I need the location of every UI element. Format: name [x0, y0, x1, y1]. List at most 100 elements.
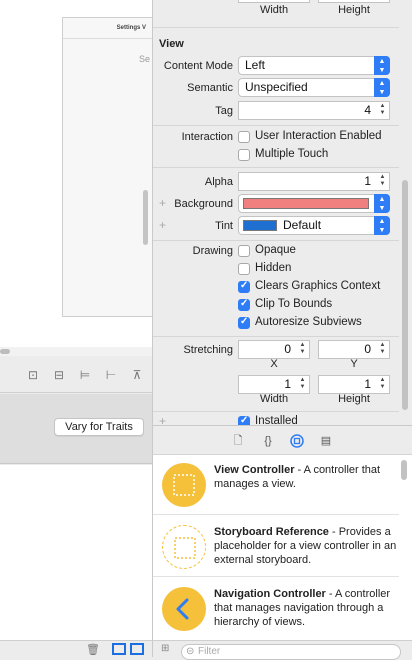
tag-value: 4 [364, 103, 371, 117]
stepper-icon[interactable]: ▲ ▼ [377, 103, 388, 118]
canvas-bottom-bar: 🗑 [0, 640, 152, 657]
library-tabs: 🗋 {} ▤ [152, 425, 412, 455]
code-snippet-icon[interactable]: {} [261, 434, 275, 448]
tint-label: Tint [215, 220, 233, 232]
background-label: Background [174, 198, 233, 210]
stretching-x-field[interactable]: 0 ▲ ▼ [238, 340, 310, 359]
scene-title-divider [63, 38, 152, 39]
inspector-scrollbar[interactable] [402, 180, 408, 410]
canvas-horizontal-scrollbar[interactable] [0, 349, 10, 354]
stretching-height-value: 1 [364, 377, 371, 391]
top-width-field[interactable] [238, 0, 310, 3]
canvas-vertical-scrollbar[interactable] [143, 190, 148, 245]
stepper-icon[interactable]: ▲ ▼ [297, 342, 308, 357]
align-icon[interactable]: ⊨ [77, 368, 93, 382]
library-item-text: Navigation Controller - A controller tha… [214, 587, 398, 629]
chevron-updown-icon: ▲ ▼ [374, 194, 390, 213]
filter-input[interactable]: ⊝ Filter [181, 644, 401, 660]
clip-to-bounds-checkbox[interactable] [238, 298, 250, 311]
tag-field[interactable]: 4 ▲ ▼ [238, 101, 390, 120]
library-item-view-controller[interactable]: View Controller - A controller that mana… [153, 455, 399, 515]
background-color-swatch [243, 198, 369, 209]
stretching-width-value: 1 [284, 377, 291, 391]
layout-toolbar: ⊡ ⊟ ⊨ ⊢ ⊼ [0, 357, 152, 393]
hidden-label: Hidden [255, 262, 292, 274]
library-item-title: Navigation Controller [214, 588, 326, 600]
trash-icon[interactable]: 🗑 [86, 643, 100, 656]
tag-label: Tag [215, 105, 233, 117]
resolve-issues-icon[interactable]: ⊼ [129, 368, 145, 382]
semantic-value: Unspecified [245, 80, 308, 94]
view-section-title: View [159, 38, 184, 50]
top-height-field[interactable] [318, 0, 390, 3]
drawing-label: Drawing [192, 245, 233, 257]
tint-popup[interactable]: Default ▲ ▼ [238, 216, 390, 235]
alpha-value: 1 [364, 174, 371, 188]
pin-icon[interactable]: ⊢ [103, 368, 119, 382]
user-interaction-checkbox[interactable] [238, 131, 250, 143]
background-color-popup[interactable]: ▲ ▼ [238, 194, 390, 213]
interaction-label: Interaction [181, 131, 233, 143]
autoresize-subviews-checkbox[interactable] [238, 316, 250, 329]
section-divider [153, 27, 399, 28]
filter-placeholder: Filter [198, 646, 221, 657]
update-frames-icon[interactable]: ⊡ [25, 368, 41, 382]
media-library-icon[interactable]: ▤ [319, 434, 333, 448]
device-config-alt-icon[interactable] [130, 643, 144, 655]
stepper-icon[interactable]: ▲ ▼ [377, 174, 388, 189]
device-config-icon[interactable] [112, 643, 126, 655]
traits-bar: Vary for Traits [0, 394, 152, 464]
canvas-lower-area [0, 465, 152, 657]
stretching-width-field[interactable]: 1 ▲ ▼ [238, 375, 310, 394]
alpha-field[interactable]: 1 ▲ ▼ [238, 172, 390, 191]
stepper-icon[interactable]: ▲ ▼ [377, 342, 388, 357]
multiple-touch-checkbox[interactable] [238, 149, 250, 161]
alpha-label: Alpha [204, 176, 233, 188]
navigation-controller-icon [162, 587, 206, 631]
stepper-icon[interactable]: ▲ ▼ [297, 377, 308, 392]
library-item-navigation-controller[interactable]: Navigation Controller - A controller tha… [153, 579, 399, 639]
embed-in-stack-icon[interactable]: ⊟ [51, 368, 67, 382]
file-template-icon[interactable]: 🗋 [231, 434, 245, 448]
stretching-y-label: Y [350, 358, 358, 370]
section-divider [153, 167, 399, 168]
scene-partial-text: Se [138, 54, 150, 64]
content-mode-label: Content Mode [163, 60, 233, 72]
stretching-y-value: 0 [364, 342, 371, 356]
semantic-popup[interactable]: Unspecified ▲ ▼ [238, 78, 390, 97]
clears-graphics-context-label: Clears Graphics Context [255, 280, 381, 292]
opaque-label: Opaque [255, 244, 296, 256]
library-item-storyboard-reference[interactable]: Storyboard Reference - Provides a placeh… [153, 517, 399, 577]
storyboard-reference-icon [162, 525, 206, 569]
hidden-checkbox[interactable] [238, 263, 250, 275]
section-divider [153, 125, 399, 126]
stretching-width-label: Width [259, 393, 289, 405]
library-item-title: View Controller [214, 464, 295, 476]
storyboard-canvas[interactable]: Settings V Se [0, 0, 152, 356]
library-item-text: Storyboard Reference - Provides a placeh… [214, 525, 398, 567]
section-divider [153, 411, 399, 412]
canvas-horizontal-scroll-track [0, 347, 152, 356]
content-mode-popup[interactable]: Left ▲ ▼ [238, 56, 390, 75]
grid-view-icon[interactable]: ⊞ [161, 643, 169, 654]
stepper-icon[interactable]: ▲ ▼ [377, 377, 388, 392]
scene-view[interactable]: Settings V Se [62, 17, 152, 317]
attributes-inspector: Width Height View Content Mode Left ▲ ▼ S… [152, 0, 412, 428]
stretching-label: Stretching [183, 344, 233, 356]
tint-value: Default [283, 218, 322, 232]
object-library-icon[interactable] [290, 434, 304, 448]
stretching-x-label: X [270, 358, 278, 370]
clip-to-bounds-label: Clip To Bounds [255, 298, 333, 310]
opaque-checkbox[interactable] [238, 245, 250, 257]
top-width-label: Width [259, 4, 289, 16]
section-divider [153, 336, 399, 337]
vary-for-traits-button[interactable]: Vary for Traits [54, 418, 144, 436]
chevron-updown-icon: ▲ ▼ [374, 56, 390, 75]
stretching-y-field[interactable]: 0 ▲ ▼ [318, 340, 390, 359]
content-mode-value: Left [245, 58, 266, 72]
clears-graphics-context-checkbox[interactable] [238, 280, 250, 293]
chevron-updown-icon: ▲ ▼ [374, 78, 390, 97]
stretching-height-field[interactable]: 1 ▲ ▼ [318, 375, 390, 394]
library-scrollbar[interactable] [401, 460, 407, 480]
chevron-updown-icon: ▲ ▼ [374, 216, 390, 235]
